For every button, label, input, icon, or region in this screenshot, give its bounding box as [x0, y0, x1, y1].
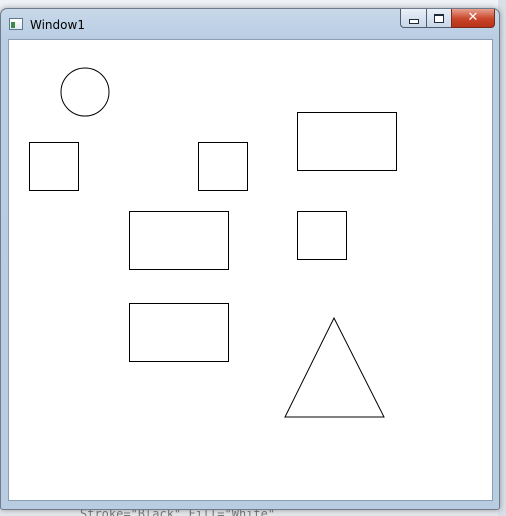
window-client-area — [8, 39, 493, 501]
minimize-icon — [408, 18, 419, 24]
caption-buttons: ✕ — [400, 9, 495, 30]
square-shape-right — [297, 211, 347, 260]
maximize-button[interactable] — [426, 9, 451, 28]
square-shape-middle — [198, 142, 248, 191]
application-window: Window1 ✕ — [0, 8, 500, 510]
close-button[interactable]: ✕ — [451, 9, 495, 28]
window-titlebar[interactable]: Window1 ✕ — [1, 9, 499, 39]
rectangle-shape-top-right — [297, 112, 397, 171]
maximize-icon — [434, 13, 444, 23]
triangle-shape — [284, 316, 385, 418]
close-icon: ✕ — [467, 10, 479, 25]
rectangle-shape-center — [129, 211, 229, 270]
rectangle-shape-lower — [129, 303, 229, 362]
window-title: Window1 — [30, 18, 85, 32]
window-icon[interactable] — [9, 18, 23, 30]
square-shape-left — [29, 142, 79, 191]
shapes-canvas — [29, 67, 397, 418]
circle-shape — [60, 67, 110, 117]
minimize-button[interactable] — [400, 9, 426, 28]
